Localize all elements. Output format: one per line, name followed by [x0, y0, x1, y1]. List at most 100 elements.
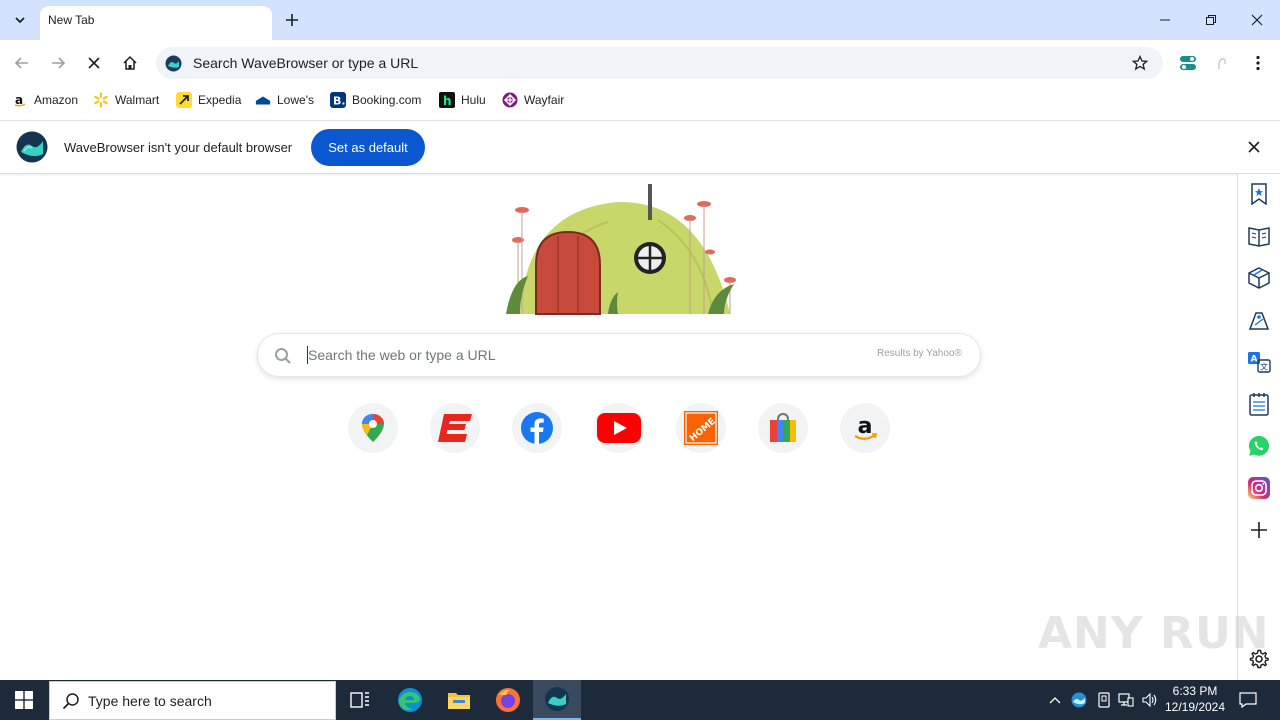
shortcut-home-depot[interactable]: HOME — [676, 403, 726, 453]
start-button[interactable] — [0, 680, 48, 720]
lowes-icon — [255, 92, 271, 108]
shortcut-espn[interactable] — [430, 403, 480, 453]
notification-icon — [1239, 692, 1257, 708]
shortcut-shopping[interactable] — [758, 403, 808, 453]
taskbar-wavebrowser[interactable] — [533, 680, 581, 720]
sidebar-tasks-button[interactable] — [1246, 391, 1272, 417]
toggle-icon — [1180, 56, 1196, 70]
clock-date: 12/19/2024 — [1164, 700, 1226, 714]
folder-icon — [448, 693, 470, 709]
network-icon — [1118, 693, 1134, 707]
profile-button[interactable] — [1208, 49, 1236, 77]
taskbar-firefox[interactable] — [484, 680, 532, 720]
tray-wavebrowser[interactable] — [1069, 680, 1089, 720]
omnibox-placeholder: Search WaveBrowser or type a URL — [193, 55, 419, 71]
instagram-icon — [1248, 477, 1270, 499]
volume-icon — [1142, 693, 1157, 707]
checklist-icon — [1249, 393, 1269, 416]
wayfair-icon — [502, 92, 518, 108]
search-icon — [274, 347, 292, 365]
sidebar-add-button[interactable] — [1246, 517, 1272, 543]
minimize-icon — [1160, 19, 1170, 21]
shortcut-youtube[interactable] — [594, 403, 644, 453]
whatsapp-icon — [1249, 436, 1269, 456]
sidebar-whatsapp-button[interactable] — [1246, 433, 1272, 459]
svg-text:B.: B. — [333, 95, 346, 108]
book-icon — [1248, 227, 1270, 247]
show-hidden-icons-button[interactable] — [1046, 680, 1064, 720]
bookmark-wayfair[interactable]: Wayfair — [502, 90, 564, 110]
expedia-icon — [176, 92, 192, 108]
bookmark-expedia[interactable]: Expedia — [176, 90, 241, 110]
right-sidebar — [1237, 174, 1280, 680]
google-maps-icon — [362, 414, 384, 442]
restore-button[interactable] — [1188, 0, 1234, 40]
arrow-left-icon — [14, 57, 28, 69]
bookmark-star-icon — [1251, 183, 1267, 205]
bookmark-booking[interactable]: B. Booking.com — [330, 90, 421, 110]
close-icon — [1248, 141, 1260, 153]
amazon-icon: a — [12, 92, 28, 108]
bookmark-star-button[interactable] — [1126, 49, 1154, 77]
taskbar-search-box[interactable]: Type here to search — [49, 681, 336, 720]
shortcut-google-maps[interactable] — [348, 403, 398, 453]
home-button[interactable] — [116, 49, 144, 77]
set-as-default-button[interactable]: Set as default — [311, 129, 425, 166]
amazon-icon: a — [854, 414, 878, 440]
hulu-icon: h — [439, 92, 455, 108]
taskbar-edge[interactable] — [386, 680, 434, 720]
booking-icon: B. — [330, 92, 346, 108]
svg-text:h: h — [443, 94, 452, 108]
tab-label: New Tab — [48, 13, 95, 27]
taskbar-file-explorer[interactable] — [435, 680, 483, 720]
sidebar-package-button[interactable] — [1246, 265, 1272, 291]
sidebar-deals-button[interactable] — [1246, 307, 1272, 333]
tab-search-button[interactable] — [6, 7, 34, 33]
forward-button[interactable] — [44, 49, 72, 77]
tray-volume[interactable] — [1140, 680, 1160, 720]
back-button[interactable] — [8, 49, 36, 77]
infobar-close-button[interactable] — [1244, 137, 1264, 157]
notifications-button[interactable] — [1234, 680, 1262, 720]
sidebar-instagram-button[interactable] — [1246, 475, 1272, 501]
more-vertical-icon — [1256, 55, 1260, 71]
minimize-button[interactable] — [1142, 0, 1188, 40]
bookmark-amazon[interactable]: a Amazon — [12, 90, 78, 110]
translate-icon: A文 — [1248, 352, 1271, 373]
infobar-message: WaveBrowser isn't your default browser — [64, 140, 293, 155]
youtube-icon — [597, 413, 641, 443]
hobbit-house-illustration — [498, 180, 742, 316]
new-tab-button[interactable] — [280, 8, 304, 32]
shortcut-amazon[interactable]: a — [840, 403, 890, 453]
bookmark-walmart[interactable]: Walmart — [93, 90, 159, 110]
close-window-button[interactable] — [1234, 0, 1280, 40]
svg-text:A: A — [1251, 355, 1258, 365]
svg-text:a: a — [858, 414, 873, 439]
arrow-right-icon — [52, 57, 66, 69]
home-icon — [123, 55, 137, 70]
sidebar-translate-button[interactable]: A文 — [1246, 349, 1272, 375]
tray-device[interactable] — [1094, 680, 1114, 720]
svg-text:文: 文 — [1260, 362, 1268, 372]
sidebar-bookmarks-button[interactable] — [1246, 181, 1272, 207]
shortcut-facebook[interactable] — [512, 403, 562, 453]
menu-button[interactable] — [1244, 49, 1272, 77]
plus-icon — [286, 14, 298, 26]
bookmark-lowes[interactable]: Lowe's — [255, 90, 314, 110]
restore-icon — [1206, 15, 1216, 25]
tab-new-tab[interactable]: New Tab — [40, 6, 272, 40]
loading-icon — [1218, 58, 1226, 70]
newtab-search-input[interactable]: Search the web or type a URL — [308, 347, 496, 363]
taskbar-clock[interactable]: 6:33 PM 12/19/2024 — [1160, 683, 1230, 715]
home-depot-icon: HOME — [684, 411, 718, 445]
taskbar-search-placeholder: Type here to search — [88, 692, 212, 709]
stop-loading-button[interactable] — [80, 49, 108, 77]
bookmark-hulu[interactable]: h Hulu — [439, 90, 486, 110]
shopping-bag-icon — [770, 412, 796, 442]
sidebar-reading-button[interactable] — [1246, 223, 1272, 249]
close-icon — [88, 57, 100, 69]
tray-network[interactable] — [1116, 680, 1136, 720]
task-view-button[interactable] — [336, 680, 384, 720]
anyrun-watermark: ANY RUN — [1038, 608, 1270, 659]
extensions-button[interactable] — [1174, 49, 1202, 77]
